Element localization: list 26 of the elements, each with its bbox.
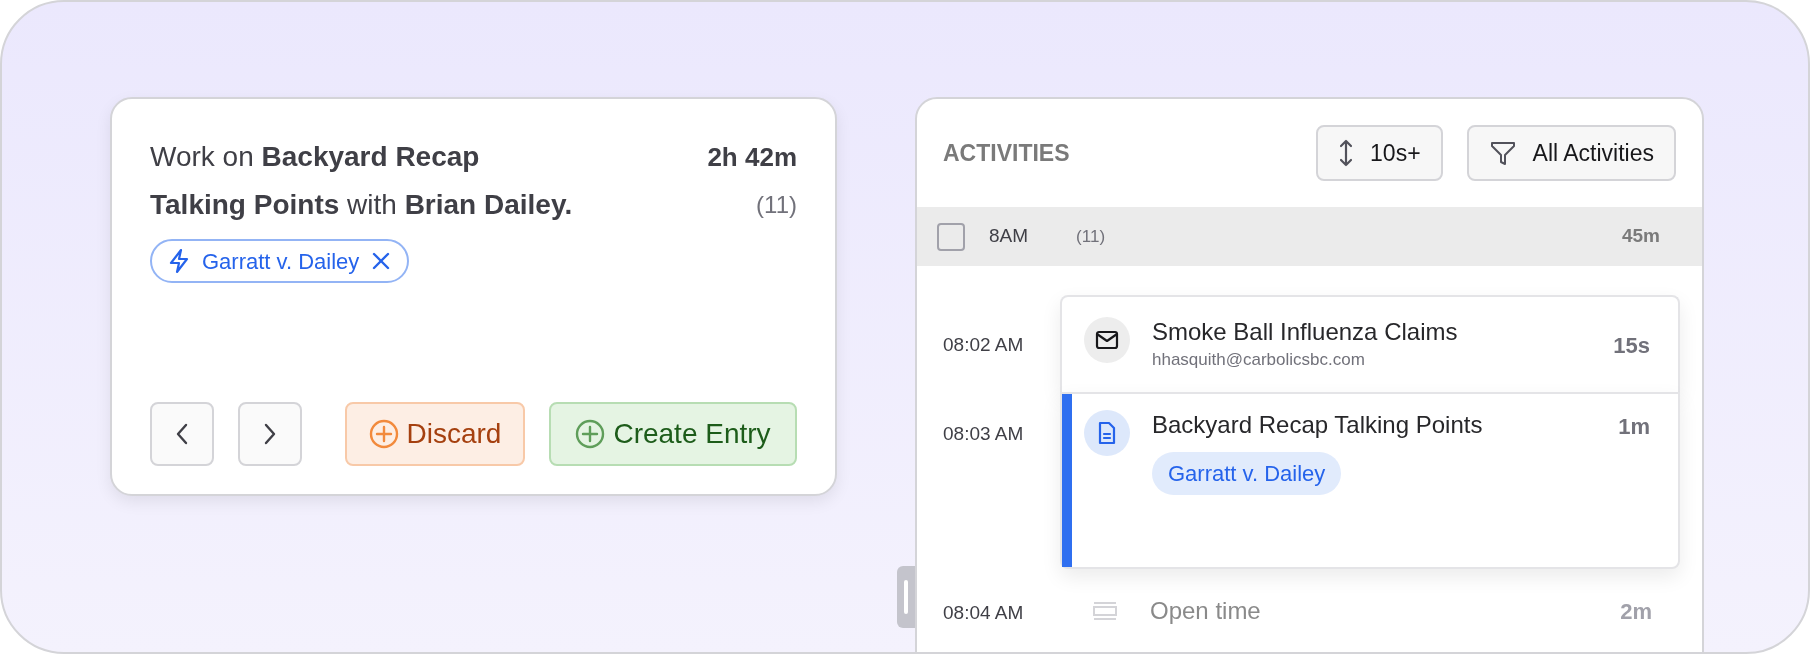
- entry-description: Work on Backyard Recap Talking Points with Brian Dailey.: [150, 140, 574, 222]
- activity-entry[interactable]: Smoke Ball Influenza Claims hhasquith@carbolicsbc.com 15s: [1060, 295, 1680, 392]
- create-entry-button[interactable]: Create Entry: [549, 402, 797, 466]
- matter-tag[interactable]: Garratt v. Dailey: [150, 239, 410, 283]
- entry-time: 08:02 AM: [943, 334, 1024, 355]
- discard-button[interactable]: Discard: [345, 402, 525, 466]
- entry-time: 08:03 AM: [943, 423, 1024, 444]
- hour-count: (11): [1076, 225, 1106, 248]
- entry-title: Smoke Ball Influenza Claims: [1152, 317, 1458, 347]
- hour-duration: 45m: [1621, 224, 1660, 249]
- entry-title: Open time: [1150, 596, 1261, 626]
- activity-entry[interactable]: Backyard Recap Talking Points Garratt v. Dailey 1m: [1060, 392, 1680, 569]
- entry-duration: 2m: [1620, 597, 1652, 626]
- hour-label: 8AM: [989, 224, 1029, 249]
- entry-duration: 1m: [1618, 413, 1650, 441]
- hour-group-header[interactable]: 8AM (11) 45m: [917, 207, 1702, 266]
- entry-email: hhasquith@carbolicsbc.com: [1152, 349, 1365, 371]
- panel-title: ACTIVITIES: [943, 138, 1070, 168]
- matter-tag[interactable]: Garratt v. Dailey: [1152, 452, 1342, 495]
- entry-time: 08:04 AM: [943, 602, 1024, 623]
- total-duration: 2h 42m: [707, 141, 797, 174]
- sort-button[interactable]: 10s+: [1316, 125, 1443, 181]
- entry-duration: 15s: [1613, 332, 1650, 360]
- entry-title: Backyard Recap Talking Points: [1152, 410, 1483, 440]
- activity-count: (11): [756, 190, 797, 220]
- filter-button[interactable]: All Activities: [1466, 125, 1676, 181]
